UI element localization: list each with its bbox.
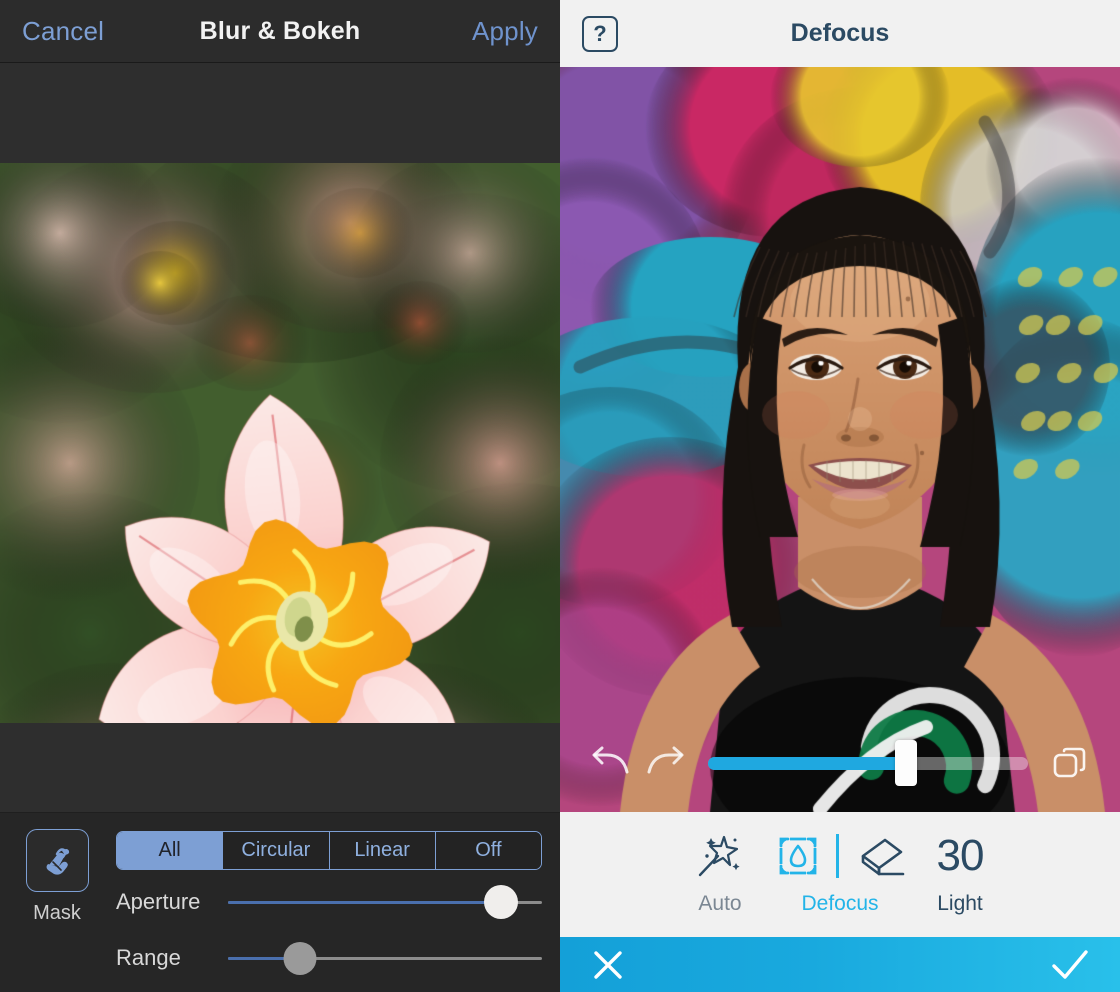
aperture-label: Aperture [116, 889, 224, 915]
segment-off[interactable]: Off [436, 832, 541, 869]
range-label: Range [116, 945, 224, 971]
left-controls-tray: Mask All Circular Linear Off Aperture [0, 813, 560, 992]
magic-wand-icon [694, 830, 746, 882]
dual-app-screenshot: Cancel Blur & Bokeh Apply [0, 0, 1120, 992]
redo-arrow-icon[interactable] [638, 741, 694, 785]
eraser-icon[interactable] [853, 835, 907, 877]
check-icon [1048, 945, 1092, 985]
droplet-focus-icon[interactable] [774, 832, 822, 880]
range-slider[interactable] [228, 938, 542, 978]
segment-linear[interactable]: Linear [330, 832, 436, 869]
portrait-photo-canvas[interactable] [560, 67, 1120, 812]
mask-icon-box[interactable] [26, 829, 89, 892]
range-slider-row: Range [116, 934, 542, 982]
close-x-icon [588, 945, 628, 985]
photo-overlay-controls [560, 736, 1120, 790]
tool-divider [836, 834, 839, 878]
blur-bokeh-editor-panel: Cancel Blur & Bokeh Apply [0, 0, 560, 992]
brush-size-slider[interactable] [708, 743, 1028, 783]
left-bottom-spacer [0, 723, 560, 813]
aperture-track-fill [228, 901, 501, 904]
portrait-image [560, 67, 1120, 812]
brush-slider-knob[interactable] [895, 740, 917, 786]
flower-image [0, 163, 560, 723]
defocus-tool-button[interactable]: Defocus [780, 830, 900, 916]
cancel-x-button[interactable] [588, 945, 628, 985]
defocus-title: Defocus [560, 19, 1120, 48]
segment-all[interactable]: All [117, 832, 223, 869]
aperture-slider[interactable] [228, 882, 542, 922]
confirm-bar [560, 937, 1120, 992]
right-header-bar: ? Defocus [560, 0, 1120, 67]
range-knob[interactable] [284, 942, 317, 975]
confirm-check-button[interactable] [1048, 945, 1092, 985]
left-controls-column: All Circular Linear Off Aperture Range [96, 829, 542, 982]
defocus-editor-panel: ? Defocus [560, 0, 1120, 992]
auto-tool-button[interactable]: Auto [660, 830, 780, 916]
segment-circular[interactable]: Circular [223, 832, 329, 869]
help-button[interactable]: ? [582, 16, 618, 52]
defocus-tool-row: Auto [560, 812, 1120, 937]
left-top-spacer [0, 63, 560, 163]
auto-tool-label: Auto [698, 892, 741, 916]
aperture-knob[interactable] [484, 885, 518, 919]
flower-photo-canvas[interactable] [0, 163, 560, 723]
light-value: 30 [937, 831, 984, 881]
light-value-display: 30 [937, 830, 984, 882]
defocus-eraser-glyph-group [774, 830, 907, 882]
mask-label: Mask [33, 902, 81, 925]
light-value-button[interactable]: 30 Light [900, 830, 1020, 916]
undo-arrow-icon[interactable] [582, 741, 638, 785]
brush-hand-icon [37, 841, 77, 881]
mask-button[interactable]: Mask [18, 829, 96, 982]
apply-button[interactable]: Apply [472, 16, 538, 47]
left-header-bar: Cancel Blur & Bokeh Apply [0, 0, 560, 63]
layers-copy-icon[interactable] [1042, 741, 1098, 785]
cancel-button[interactable]: Cancel [22, 16, 104, 47]
light-tool-label: Light [937, 892, 983, 916]
blur-mode-segmented-control[interactable]: All Circular Linear Off [116, 831, 542, 870]
aperture-slider-row: Aperture [116, 878, 542, 926]
brush-slider-fill [708, 757, 906, 770]
defocus-tool-label: Defocus [801, 892, 878, 916]
